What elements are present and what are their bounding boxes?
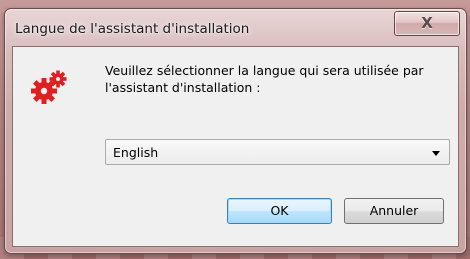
window-title: Langue de l'assistant d'installation [15,21,250,37]
title-bar[interactable]: Langue de l'assistant d'installation X [5,9,466,45]
gears-icon [31,70,67,104]
setup-language-dialog: Langue de l'assistant d'installation X V… [4,8,467,254]
dialog-body: Veuillez sélectionner la langue qui sera… [12,46,459,247]
close-icon: X [421,14,433,32]
cancel-button[interactable]: Annuler [344,198,444,224]
instruction-text: Veuillez sélectionner la langue qui sera… [105,63,424,95]
dropdown-arrow-icon[interactable] [432,151,440,156]
close-button[interactable]: X [394,11,460,36]
language-select-value: English [113,145,159,160]
ok-button[interactable]: OK [227,198,332,224]
language-select[interactable]: English [105,139,450,165]
